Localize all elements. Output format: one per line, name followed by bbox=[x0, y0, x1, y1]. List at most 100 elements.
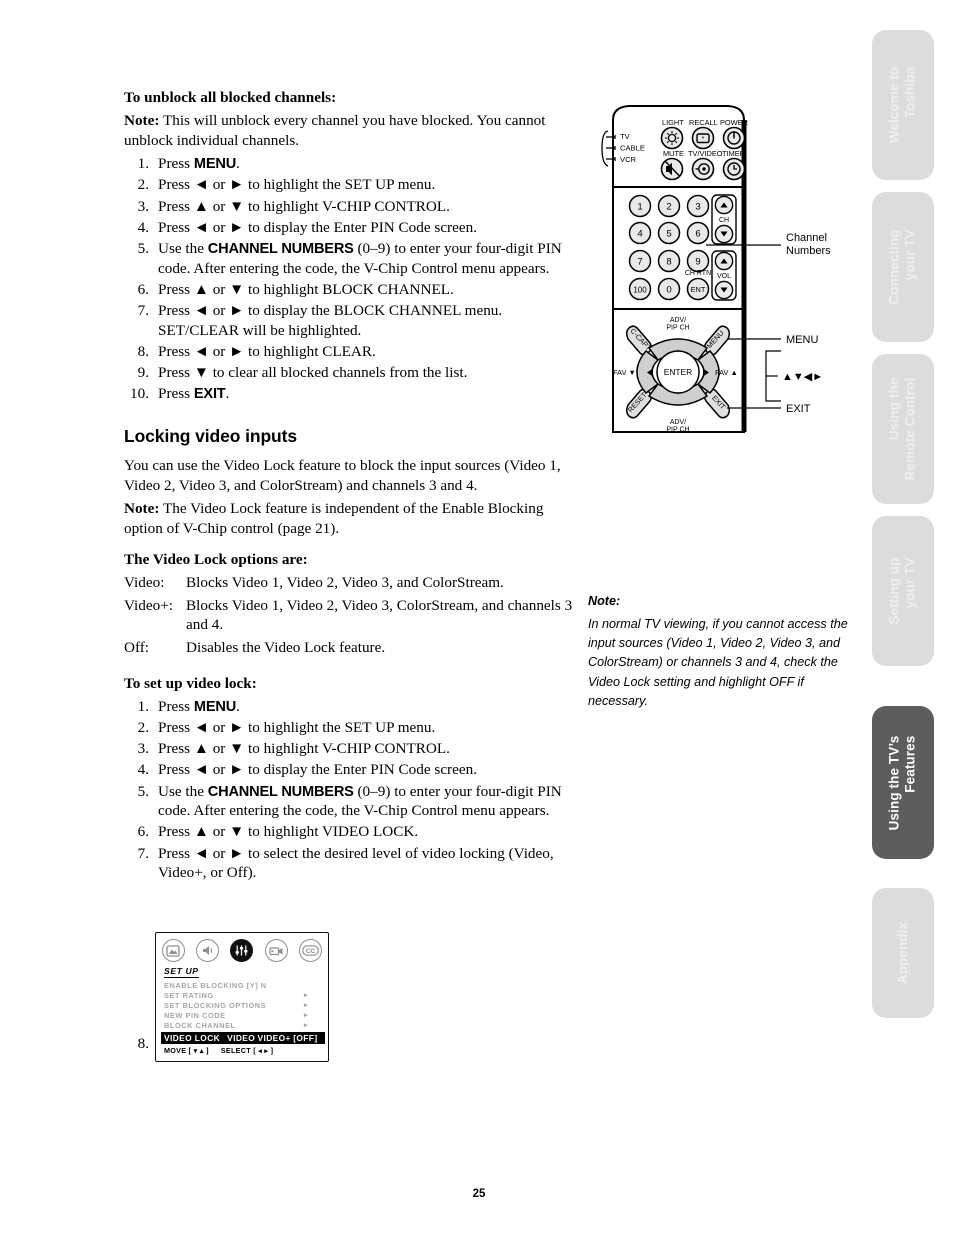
remote-label-recall: RECALL bbox=[689, 118, 718, 127]
osd-menu-title: SET UP bbox=[164, 966, 199, 978]
remote-mode-label-cable: CABLE bbox=[620, 144, 645, 153]
list-item: 8. Press ◄ or ► to highlight CLEAR. bbox=[124, 342, 576, 362]
step-text-pre: Press ◄ or ► to highlight the SET UP men… bbox=[158, 176, 436, 194]
option-term: Video+: bbox=[124, 596, 173, 614]
osd-icon-row: CC bbox=[156, 939, 328, 962]
callout-channel-numbers-line2: Numbers bbox=[786, 245, 831, 257]
remote-label-adv-pip-bottom-2: PIP CH bbox=[666, 427, 689, 434]
step-text-pre: Press ▲ or ▼ to highlight V-CHIP CONTROL… bbox=[158, 197, 450, 215]
osd-row-block-channel[interactable]: BLOCK CHANNEL ▸ bbox=[164, 1021, 322, 1031]
closed-caption-icon[interactable]: CC bbox=[299, 939, 323, 962]
step-number: 10. bbox=[130, 385, 149, 403]
tab-appendix[interactable]: Appendix bbox=[872, 888, 934, 1018]
callout-menu-label: MENU bbox=[786, 334, 818, 346]
list-item: 6. Press ▲ or ▼ to highlight BLOCK CHANNE… bbox=[124, 280, 576, 300]
tab-label-line1: Setting up bbox=[886, 557, 902, 625]
svg-text:ENT: ENT bbox=[691, 285, 706, 294]
remote-label-adv-pip-bottom-1: ADV/ bbox=[670, 419, 686, 426]
osd-row-label: SET BLOCKING OPTIONS bbox=[164, 1001, 267, 1010]
osd-row-new-pin-code[interactable]: NEW PIN CODE ▸ bbox=[164, 1011, 322, 1021]
list-item: 4. Press ◄ or ► to display the Enter PIN … bbox=[124, 760, 576, 780]
tab-label-line1: Appendix bbox=[894, 921, 910, 985]
list-item: Video: Blocks Video 1, Video 2, Video 3, … bbox=[124, 573, 576, 593]
list-item: 7. Press ◄ or ► to select the desired lev… bbox=[124, 844, 576, 883]
tab-using-the-tvs-features[interactable]: Using the TV’s Features bbox=[872, 706, 934, 859]
key-2: 2 bbox=[657, 194, 681, 218]
remote-label-tv-video: TV/VIDEO bbox=[688, 149, 723, 158]
list-item: 4. Press ◄ or ► to display the Enter PIN … bbox=[124, 218, 576, 238]
key-6: 6 bbox=[686, 221, 710, 245]
tab-label-line1: Using the TV’s bbox=[886, 735, 902, 830]
option-term: Off: bbox=[124, 638, 150, 656]
osd-option-off-selected[interactable]: [OFF] bbox=[293, 1033, 317, 1043]
key-7: 7 bbox=[628, 249, 652, 273]
step-number: 3. bbox=[137, 740, 149, 758]
key-5: 5 bbox=[657, 221, 681, 245]
step-text-pre: Use the bbox=[158, 782, 208, 800]
list-item: 9. Press ▼ to clear all blocked channels … bbox=[124, 363, 576, 383]
osd-menu-rows: ENABLE BLOCKING [Y] N SET RATING ▸ SET BL… bbox=[161, 981, 325, 1044]
step-number: 8. bbox=[137, 1035, 149, 1053]
step-key: EXIT bbox=[193, 386, 226, 403]
svg-text:100: 100 bbox=[633, 285, 647, 294]
key-0: 0 bbox=[657, 277, 681, 301]
unblock-steps-list: 1. Press MENU. 2. Press ◄ or ► to highligh… bbox=[124, 154, 576, 404]
remote-control-figure: TV CABLE VCR LIGHT RECALL POWER * MUTE T… bbox=[596, 96, 896, 446]
step-text-pre: Press ▲ or ▼ to highlight VIDEO LOCK. bbox=[158, 823, 419, 841]
key-4: 4 bbox=[628, 221, 652, 245]
list-item: 7. Press ◄ or ► to display the BLOCK CHAN… bbox=[124, 301, 576, 340]
list-item: 2. Press ◄ or ► to highlight the SET UP m… bbox=[124, 718, 576, 738]
list-item: 1. Press MENU. bbox=[124, 697, 576, 717]
tab-setting-up-your-tv[interactable]: Setting up your TV bbox=[872, 516, 934, 666]
osd-row-video-lock[interactable]: VIDEO LOCK VIDEO VIDEO+ [OFF] bbox=[161, 1032, 325, 1044]
step-text-pre: Press ▼ to clear all blocked channels fr… bbox=[158, 364, 468, 382]
tab-label-line2: your TV bbox=[903, 229, 918, 281]
osd-row-enable-blocking[interactable]: ENABLE BLOCKING [Y] N bbox=[164, 981, 322, 991]
svg-text:9: 9 bbox=[695, 257, 700, 268]
remote-label-power: POWER bbox=[720, 118, 748, 127]
list-item: 3. Press ▲ or ▼ to highlight V-CHIP CONTR… bbox=[124, 739, 576, 759]
picture-icon[interactable] bbox=[161, 939, 185, 962]
channel-rocker: CH bbox=[711, 194, 737, 245]
remote-mode-label-tv: TV bbox=[620, 132, 631, 141]
svg-text:*: * bbox=[702, 136, 705, 143]
list-item: Off: Disables the Video Lock feature. bbox=[124, 638, 576, 658]
page-title-locking-video-inputs: Locking video inputs bbox=[124, 426, 298, 447]
remote-label-adv-pip-top-1: ADV/ bbox=[670, 317, 686, 324]
tab-label-line2: your TV bbox=[903, 557, 918, 609]
chevron-right-icon: ▸ bbox=[304, 1022, 309, 1029]
step-text-pre: Press ◄ or ► to highlight CLEAR. bbox=[158, 342, 376, 360]
step-text-pre: Press bbox=[158, 697, 194, 715]
video-camera-icon[interactable] bbox=[264, 939, 288, 962]
step-number: 7. bbox=[137, 844, 149, 862]
osd-row-label: NEW PIN CODE bbox=[164, 1011, 226, 1020]
remote-label-ch-rtn: CH RTN bbox=[685, 270, 711, 277]
step-number: 4. bbox=[137, 218, 149, 236]
audio-speaker-icon[interactable] bbox=[196, 939, 220, 962]
light-button bbox=[660, 126, 684, 150]
step-number: 2. bbox=[137, 718, 149, 736]
osd-option-video-plus[interactable]: VIDEO+ bbox=[258, 1033, 291, 1043]
key-3: 3 bbox=[686, 194, 710, 218]
step-number: 6. bbox=[137, 823, 149, 841]
remote-label-fav-down: FAV ▼ bbox=[613, 368, 636, 377]
main-content-column: To unblock all blocked channels: Note: T… bbox=[124, 88, 576, 1056]
step-number: 6. bbox=[137, 280, 149, 298]
key-1: 1 bbox=[628, 194, 652, 218]
step-key: CHANNEL NUMBERS bbox=[207, 241, 354, 258]
setup-sliders-icon[interactable] bbox=[230, 939, 254, 962]
key-ent: ENT bbox=[686, 277, 710, 301]
step-number: 2. bbox=[137, 176, 149, 194]
svg-text:CC: CC bbox=[306, 948, 316, 955]
osd-row-set-blocking-options[interactable]: SET BLOCKING OPTIONS ▸ bbox=[164, 1001, 322, 1011]
osd-row-label: BLOCK CHANNEL bbox=[164, 1021, 236, 1030]
side-note-block: Note: In normal TV viewing, if you canno… bbox=[588, 592, 864, 711]
step-key: MENU bbox=[193, 698, 237, 715]
step-text-pre: Use the bbox=[158, 240, 208, 258]
osd-option-video[interactable]: VIDEO bbox=[227, 1033, 255, 1043]
callout-channel-numbers-line1: Channel bbox=[786, 232, 827, 244]
tv-onscreen-menu: CC SET UP ENABLE BLOCKING [Y] N SET RATI… bbox=[155, 932, 329, 1062]
callout-arrow-keys-label: ▲▼◀► bbox=[782, 371, 823, 383]
osd-row-set-rating[interactable]: SET RATING ▸ bbox=[164, 991, 322, 1001]
remote-label-mute: MUTE bbox=[663, 149, 684, 158]
